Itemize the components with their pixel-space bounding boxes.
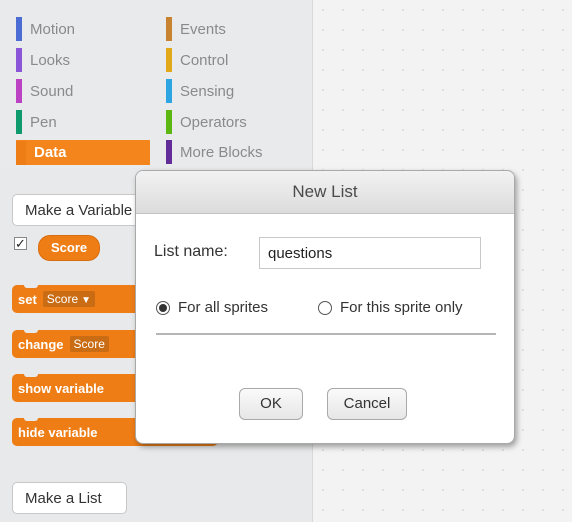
category-data[interactable]: Data bbox=[16, 140, 150, 165]
block-label: change bbox=[18, 336, 64, 352]
ok-button[interactable]: OK bbox=[239, 388, 303, 420]
events-color-swatch bbox=[166, 17, 172, 41]
category-control[interactable]: Control bbox=[166, 48, 296, 72]
block-label: set bbox=[18, 291, 37, 307]
dialog-divider bbox=[156, 333, 496, 335]
category-label: Sound bbox=[30, 82, 74, 100]
category-label: More Blocks bbox=[180, 143, 263, 161]
category-sensing[interactable]: Sensing bbox=[166, 79, 296, 103]
option-for-this-sprite-only[interactable]: For this sprite only bbox=[318, 299, 463, 316]
option-for-all-sprites[interactable]: For all sprites bbox=[156, 299, 268, 316]
cancel-button[interactable]: Cancel bbox=[327, 388, 407, 420]
list-name-input[interactable] bbox=[259, 237, 481, 269]
option-label: For all sprites bbox=[178, 299, 269, 316]
category-selector: Motion Looks Sound Pen Data Events Contr… bbox=[0, 0, 312, 168]
category-label: Control bbox=[180, 51, 229, 69]
variable-dropdown[interactable]: Score ▼ bbox=[42, 291, 96, 307]
category-more-blocks[interactable]: More Blocks bbox=[166, 140, 296, 164]
dropdown-arrow-icon: ▼ bbox=[81, 295, 92, 306]
variable-dropdown[interactable]: Score bbox=[69, 336, 109, 352]
category-looks[interactable]: Looks bbox=[16, 48, 146, 72]
dialog-title: New List bbox=[136, 171, 514, 214]
block-label: show variable bbox=[18, 380, 104, 396]
category-label: Events bbox=[180, 20, 226, 38]
category-label: Looks bbox=[30, 51, 71, 69]
category-pen[interactable]: Pen bbox=[16, 110, 146, 134]
looks-color-swatch bbox=[16, 48, 22, 72]
category-label: Sensing bbox=[180, 82, 235, 100]
motion-color-swatch bbox=[16, 17, 22, 41]
category-operators[interactable]: Operators bbox=[166, 110, 296, 134]
data-color-swatch bbox=[16, 140, 26, 165]
category-sound[interactable]: Sound bbox=[16, 79, 146, 103]
new-list-dialog: New List List name: For all sprites For … bbox=[135, 170, 515, 444]
sound-color-swatch bbox=[16, 79, 22, 103]
category-label: Pen bbox=[30, 113, 57, 131]
pen-color-swatch bbox=[16, 110, 22, 134]
category-label: Motion bbox=[30, 20, 76, 38]
variable-checkbox[interactable]: ✓ bbox=[14, 237, 27, 250]
sensing-color-swatch bbox=[166, 79, 172, 103]
operators-color-swatch bbox=[166, 110, 172, 134]
radio-button-checked[interactable] bbox=[156, 300, 170, 315]
list-name-label: List name: bbox=[154, 243, 228, 260]
option-label: For this sprite only bbox=[340, 299, 463, 316]
category-motion[interactable]: Motion bbox=[16, 17, 146, 41]
make-list-button[interactable]: Make a List bbox=[12, 482, 127, 514]
category-events[interactable]: Events bbox=[166, 17, 296, 41]
dropdown-value: Score bbox=[46, 292, 79, 306]
more-blocks-color-swatch bbox=[166, 140, 172, 164]
category-label: Operators bbox=[180, 113, 247, 131]
block-label: hide variable bbox=[18, 424, 98, 440]
control-color-swatch bbox=[166, 48, 172, 72]
radio-button[interactable] bbox=[318, 300, 332, 315]
score-reporter-block[interactable]: Score bbox=[38, 235, 101, 261]
category-label: Data bbox=[34, 144, 67, 161]
